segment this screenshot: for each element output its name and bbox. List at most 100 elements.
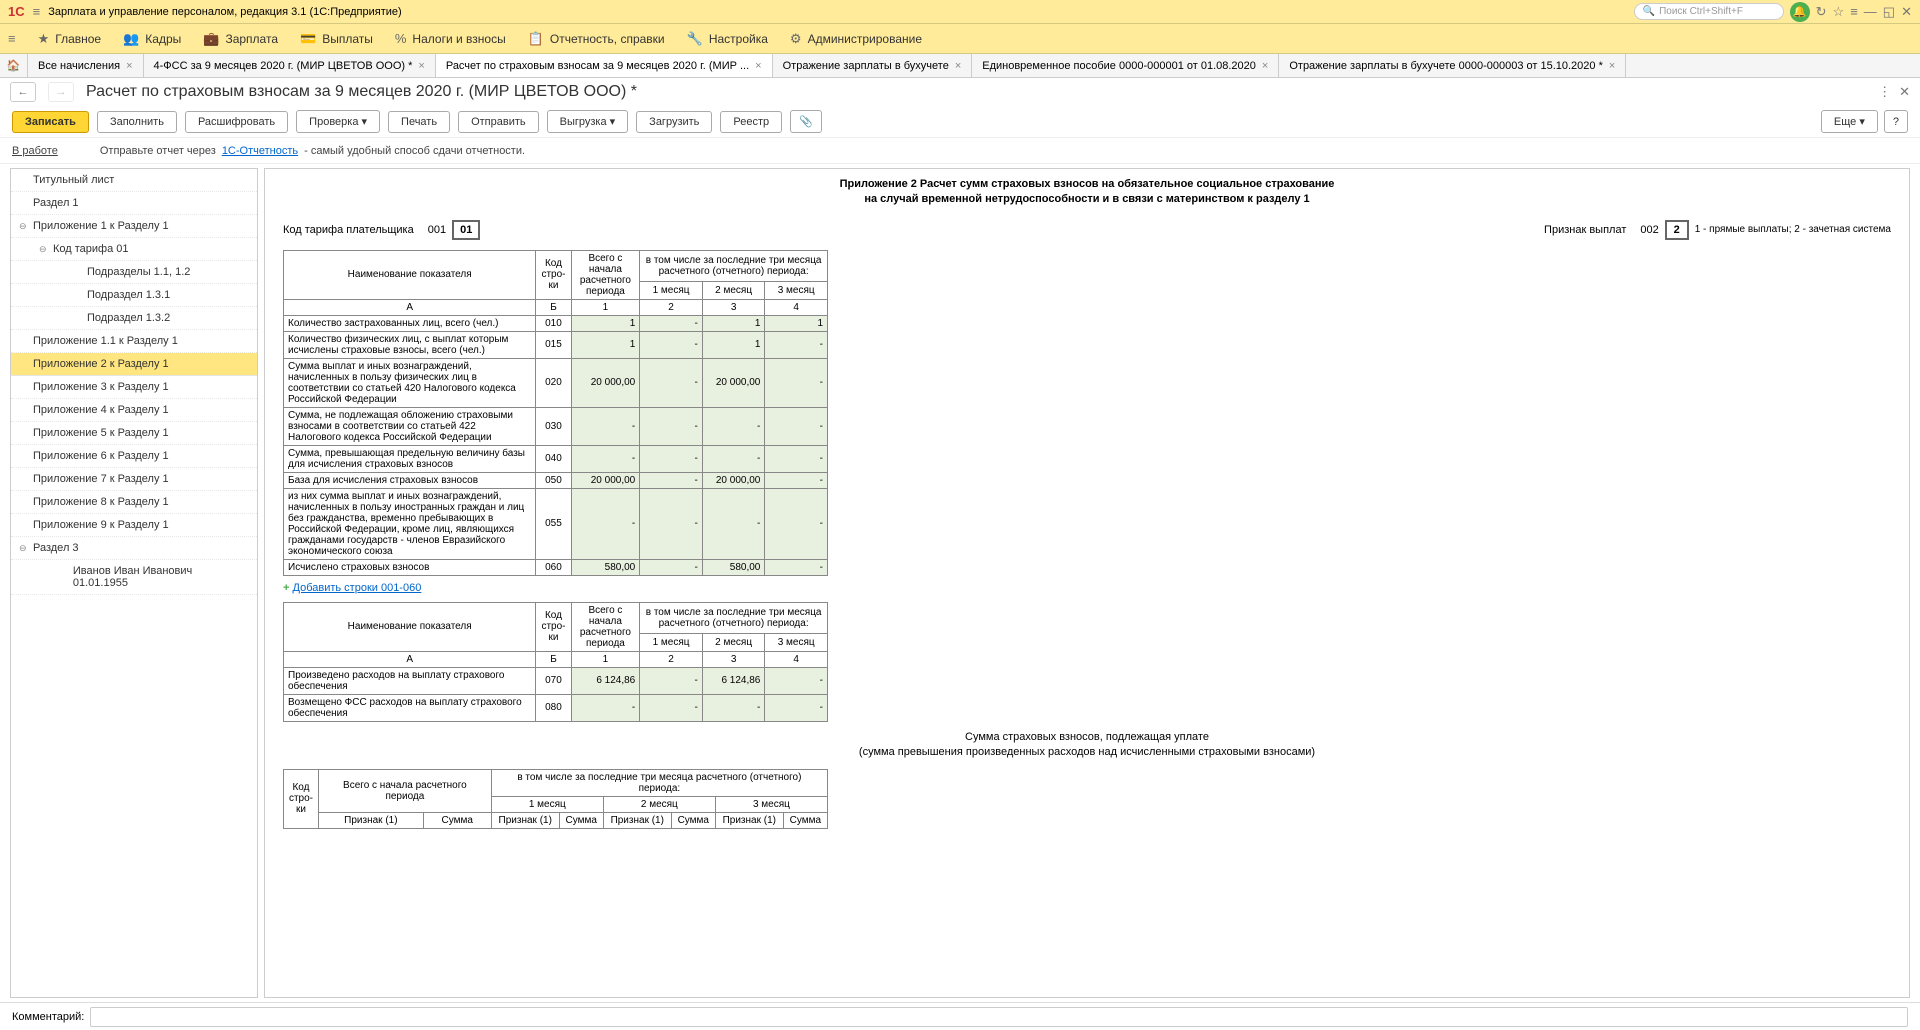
tab-close-icon[interactable]: × — [126, 60, 132, 72]
more-button[interactable]: Еще ▾ — [1821, 110, 1878, 133]
cell-value[interactable]: - — [640, 694, 703, 721]
tree-item[interactable]: Приложение 6 к Разделу 1 — [11, 445, 257, 468]
tab[interactable]: Единовременное пособие 0000-000001 от 01… — [972, 54, 1279, 77]
cell-value[interactable]: 20 000,00 — [702, 472, 765, 488]
cell-value[interactable]: - — [765, 358, 828, 407]
cell-value[interactable]: - — [640, 445, 703, 472]
cell-value[interactable]: 20 000,00 — [702, 358, 765, 407]
settings-icon[interactable]: ≡ — [1850, 4, 1858, 19]
more-vert-icon[interactable]: ⋮ — [1878, 84, 1891, 100]
cell-value[interactable]: 1 — [571, 331, 640, 358]
tree-item[interactable]: Подразделы 1.1, 1.2 — [11, 261, 257, 284]
tab-close-icon[interactable]: × — [755, 60, 761, 72]
tab[interactable]: Отражение зарплаты в бухучете 0000-00000… — [1279, 54, 1626, 77]
cell-value[interactable]: 6 124,86 — [571, 667, 640, 694]
tree-item[interactable]: Титульный лист — [11, 169, 257, 192]
cell-value[interactable]: - — [571, 445, 640, 472]
tree-item[interactable]: Приложение 8 к Разделу 1 — [11, 491, 257, 514]
cell-value[interactable]: 1 — [571, 315, 640, 331]
decode-button[interactable]: Расшифровать — [185, 111, 288, 133]
cell-value[interactable]: 20 000,00 — [571, 358, 640, 407]
mainmenu-item[interactable]: 💳Выплаты — [300, 31, 373, 47]
tree-item[interactable]: Приложение 5 к Разделу 1 — [11, 422, 257, 445]
cell-value[interactable]: 580,00 — [702, 559, 765, 575]
search-input[interactable]: 🔍Поиск Ctrl+Shift+F — [1634, 3, 1784, 20]
cell-value[interactable]: 1 — [702, 315, 765, 331]
cell-value[interactable]: 20 000,00 — [571, 472, 640, 488]
load-button[interactable]: Загрузить — [636, 111, 712, 133]
history-icon[interactable]: ↻ — [1816, 4, 1827, 20]
reporting-link[interactable]: 1С-Отчетность — [222, 145, 298, 157]
bell-icon[interactable]: 🔔 — [1790, 2, 1810, 22]
cell-value[interactable]: - — [702, 488, 765, 559]
add-rows-link[interactable]: Добавить строки 001-060 — [293, 582, 422, 594]
mainmenu-item[interactable]: ⚙Администрирование — [790, 31, 922, 47]
cell-value[interactable]: - — [640, 407, 703, 445]
cell-value[interactable]: - — [640, 315, 703, 331]
mainmenu-item[interactable]: %Налоги и взносы — [395, 31, 506, 47]
cell-value[interactable]: - — [765, 488, 828, 559]
tree-item[interactable]: ⊖Приложение 1 к Разделу 1 — [11, 215, 257, 238]
tab[interactable]: 4-ФСС за 9 месяцев 2020 г. (МИР ЦВЕТОВ О… — [144, 54, 436, 77]
cell-value[interactable]: - — [640, 472, 703, 488]
tab[interactable]: Все начисления× — [28, 54, 144, 77]
mainmenu-item[interactable]: 👥Кадры — [123, 31, 181, 47]
cell-value[interactable]: 1 — [765, 315, 828, 331]
tree-item[interactable]: Приложение 2 к Разделу 1 — [11, 353, 257, 376]
check-button[interactable]: Проверка ▾ — [296, 110, 380, 133]
tree-item[interactable]: Подраздел 1.3.1 — [11, 284, 257, 307]
cell-value[interactable]: - — [702, 407, 765, 445]
cell-value[interactable]: - — [765, 445, 828, 472]
page-close-icon[interactable]: ✕ — [1899, 84, 1910, 100]
send-button[interactable]: Отправить — [458, 111, 539, 133]
cell-value[interactable]: - — [640, 559, 703, 575]
cell-value[interactable]: - — [765, 407, 828, 445]
cell-value[interactable]: - — [640, 667, 703, 694]
mainmenu-item[interactable]: 🔧Настройка — [687, 31, 768, 47]
cell-value[interactable]: - — [571, 694, 640, 721]
minimize-icon[interactable]: — — [1864, 4, 1877, 19]
comment-input[interactable] — [90, 1007, 1908, 1027]
export-button[interactable]: Выгрузка ▾ — [547, 110, 629, 133]
cell-value[interactable]: - — [765, 694, 828, 721]
tarif-code-box[interactable]: 01 — [452, 220, 480, 240]
cell-value[interactable]: - — [765, 331, 828, 358]
tree-item[interactable]: Приложение 9 к Разделу 1 — [11, 514, 257, 537]
save-button[interactable]: Записать — [12, 111, 89, 133]
tree-item[interactable]: Приложение 3 к Разделу 1 — [11, 376, 257, 399]
cell-value[interactable]: 1 — [702, 331, 765, 358]
print-button[interactable]: Печать — [388, 111, 450, 133]
cell-value[interactable]: - — [765, 559, 828, 575]
close-window-icon[interactable]: ✕ — [1901, 4, 1912, 20]
help-button[interactable]: ? — [1884, 110, 1908, 133]
cell-value[interactable]: - — [640, 358, 703, 407]
tree-item[interactable]: Иванов Иван Иванович 01.01.1955 — [11, 560, 257, 595]
hamburger-icon[interactable]: ≡ — [33, 4, 41, 19]
tab-close-icon[interactable]: × — [418, 60, 424, 72]
cell-value[interactable]: - — [640, 488, 703, 559]
nav-back-button[interactable]: ← — [10, 82, 36, 102]
tree-item[interactable]: Приложение 1.1 к Разделу 1 — [11, 330, 257, 353]
tree-item[interactable]: Приложение 4 к Разделу 1 — [11, 399, 257, 422]
tab[interactable]: Отражение зарплаты в бухучете× — [773, 54, 973, 77]
tree-expand-icon[interactable]: ⊖ — [19, 543, 33, 554]
cell-value[interactable]: 580,00 — [571, 559, 640, 575]
cell-value[interactable]: - — [702, 445, 765, 472]
cell-value[interactable]: - — [765, 667, 828, 694]
registry-button[interactable]: Реестр — [720, 111, 782, 133]
mainmenu-item[interactable]: ★Главное — [38, 31, 102, 47]
attach-button[interactable]: 📎 — [790, 110, 822, 133]
cell-value[interactable]: - — [571, 488, 640, 559]
maximize-icon[interactable]: ◱ — [1883, 4, 1895, 20]
cell-value[interactable]: - — [640, 331, 703, 358]
tree-expand-icon[interactable]: ⊖ — [19, 221, 33, 232]
star-icon[interactable]: ☆ — [1833, 4, 1845, 20]
payout-sign-box[interactable]: 2 — [1665, 220, 1689, 240]
mainmenu-item[interactable]: 💼Зарплата — [203, 31, 278, 47]
tree-item[interactable]: Приложение 7 к Разделу 1 — [11, 468, 257, 491]
home-tab[interactable]: 🏠 — [0, 54, 28, 77]
tab-close-icon[interactable]: × — [955, 60, 961, 72]
tab[interactable]: Расчет по страховым взносам за 9 месяцев… — [436, 54, 773, 77]
tree-expand-icon[interactable]: ⊖ — [39, 244, 53, 255]
nav-forward-button[interactable]: → — [48, 82, 74, 102]
